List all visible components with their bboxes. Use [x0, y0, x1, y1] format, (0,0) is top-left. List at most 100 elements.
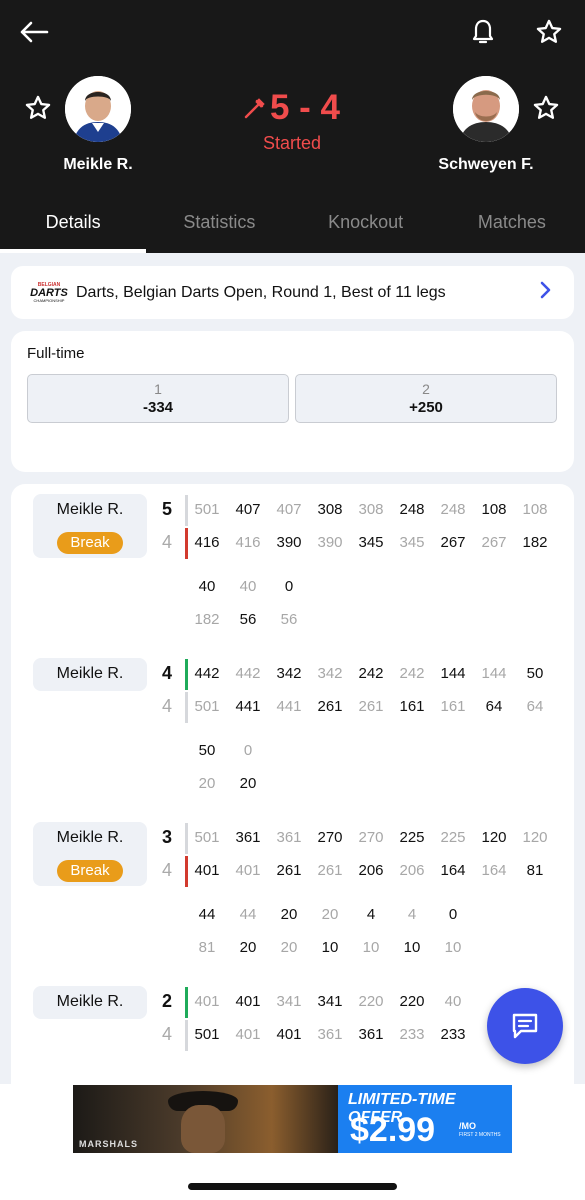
- leg-throw-value: 501: [194, 1026, 220, 1043]
- leg-throw-value: 220: [358, 993, 384, 1010]
- leg-throw-value: 361: [317, 1026, 343, 1043]
- favorite-player-right-star-icon[interactable]: [528, 90, 564, 126]
- leg-winner-box: Meikle R. Break: [33, 494, 147, 558]
- match-header: Meikle R. Schweyen F. 5 - 4 Started Deta…: [0, 0, 585, 253]
- leg-throw-value: 4: [407, 906, 417, 923]
- player-right-avatar[interactable]: [453, 76, 519, 142]
- leg-throw-value: 501: [194, 698, 220, 715]
- leg-throw-value: 261: [358, 698, 384, 715]
- leg-throw-value: 120: [481, 829, 507, 846]
- leg-throw-value: 261: [276, 862, 302, 879]
- leg-throw-value: 164: [481, 862, 507, 879]
- leg-winner-name: Meikle R.: [56, 829, 124, 846]
- ad-per: /MO: [459, 1121, 476, 1131]
- tab-bar: Details Statistics Knockout Matches: [0, 200, 585, 253]
- leg-throw-value: 341: [317, 993, 343, 1010]
- leg-throw-value: 144: [440, 665, 466, 682]
- tab-statistics[interactable]: Statistics: [146, 200, 292, 253]
- leg-throw-value: 242: [399, 665, 425, 682]
- leg-throw-value: 407: [235, 501, 261, 518]
- leg-throw-value: 267: [440, 534, 466, 551]
- leg-throw-value: 308: [317, 501, 343, 518]
- leg-winner-box: Meikle R. Break: [33, 822, 147, 886]
- leg-throw-value: 20: [239, 939, 257, 956]
- leg-throw-value: 248: [399, 501, 425, 518]
- tab-details[interactable]: Details: [0, 200, 147, 253]
- break-badge: Break: [57, 860, 123, 882]
- match-status: Started: [262, 133, 322, 153]
- leg-throw-value: 442: [194, 665, 220, 682]
- odds-option-name: 1: [154, 381, 162, 397]
- leg-winner-name: Meikle R.: [56, 665, 124, 682]
- leg-throw-value: 233: [399, 1026, 425, 1043]
- leg-throw-value: 144: [481, 665, 507, 682]
- leg-winner-box: Meikle R.: [33, 658, 147, 691]
- leg-throw-value: 342: [317, 665, 343, 682]
- home-indicator: [188, 1183, 397, 1190]
- player-left-name[interactable]: Meikle R.: [18, 156, 178, 174]
- leg-score-bottom: 4: [161, 532, 172, 552]
- leg-throw-value: 270: [317, 829, 343, 846]
- tab-knockout[interactable]: Knockout: [293, 200, 439, 253]
- leg-throw-value: 20: [198, 775, 216, 792]
- leg-throw-value: 20: [280, 906, 298, 923]
- leg-winner-name: Meikle R.: [56, 501, 124, 518]
- logo-line-3: CHAMPIONSHIP: [33, 297, 65, 303]
- odds-option-value: -334: [142, 399, 174, 416]
- tab-matches[interactable]: Matches: [439, 200, 585, 253]
- leg-throw-value: 361: [358, 1026, 384, 1043]
- leg-throw-value: 56: [239, 611, 257, 628]
- leg-row: Meikle R. 4 4 442 442 342 342 242 242 144 144 50 501…: [11, 658, 574, 818]
- leg-throw-value: 501: [194, 501, 220, 518]
- leg-throw-value: 164: [440, 862, 466, 879]
- bell-icon[interactable]: [465, 14, 501, 50]
- leg-throw-value: 442: [235, 665, 261, 682]
- chat-icon[interactable]: [487, 988, 563, 1064]
- leg-throw-value: 64: [526, 698, 544, 715]
- leg-throw-value: 401: [235, 993, 261, 1010]
- leg-score-top: 5: [161, 499, 172, 519]
- leg-throw-value: 81: [198, 939, 216, 956]
- leg-throw-value: 40: [198, 578, 216, 595]
- leg-throw-value: 50: [526, 665, 544, 682]
- leg-score-bottom: 4: [161, 696, 172, 716]
- tournament-link[interactable]: BELGIAN DARTS CHAMPIONSHIP Darts, Belgia…: [11, 266, 574, 319]
- ad-offer-panel: LIMITED-TIME OFFER $2.99 /MO FIRST 2 MON…: [338, 1085, 512, 1153]
- leg-throw-value: 0: [284, 578, 294, 595]
- leg-throw-value: 40: [239, 578, 257, 595]
- leg-throw-value: 242: [358, 665, 384, 682]
- leg-throw-value: 10: [362, 939, 380, 956]
- leg-throw-value: 20: [239, 775, 257, 792]
- leg-throw-value: 10: [444, 939, 462, 956]
- leg-throw-value: 342: [276, 665, 302, 682]
- leg-throw-value: 308: [358, 501, 384, 518]
- leg-throw-value: 341: [276, 993, 302, 1010]
- leg-row: Meikle R. Break 5 4 501 407 407 308 308 248 248 108…: [11, 494, 574, 654]
- leg-throw-value: 401: [235, 862, 261, 879]
- player-right-name[interactable]: Schweyen F.: [406, 156, 566, 174]
- star-icon[interactable]: [531, 14, 567, 50]
- odds-option-2[interactable]: 2 +250: [295, 374, 557, 423]
- leg-row: Meikle R. Break 3 4 501 361 361 270 270 225 225 120…: [11, 822, 574, 982]
- leg-throw-value: 416: [194, 534, 220, 551]
- leg-throw-value: 233: [440, 1026, 466, 1043]
- leg-throw-value: 407: [276, 501, 302, 518]
- odds-option-1[interactable]: 1 -334: [27, 374, 289, 423]
- leg-throw-value: 108: [522, 501, 548, 518]
- leg-throw-value: 345: [399, 534, 425, 551]
- dart-icon: [244, 98, 265, 119]
- ad-price: $2.99: [350, 1111, 436, 1149]
- chevron-right-icon: [540, 281, 552, 304]
- ad-banner[interactable]: MARSHALS LIMITED-TIME OFFER $2.99 /MO FI…: [73, 1085, 512, 1153]
- back-arrow-icon[interactable]: [16, 14, 52, 50]
- ad-fine-print: FIRST 2 MONTHS: [459, 1132, 501, 1138]
- leg-score-top: 2: [161, 991, 172, 1011]
- tournament-text: Darts, Belgian Darts Open, Round 1, Best…: [76, 283, 446, 301]
- odds-title: Full-time: [27, 345, 85, 362]
- ad-brand: MARSHALS: [79, 1139, 138, 1149]
- leg-throw-value: 0: [243, 742, 253, 759]
- favorite-player-left-star-icon[interactable]: [20, 90, 56, 126]
- player-left-avatar[interactable]: [65, 76, 131, 142]
- leg-score-bottom: 4: [161, 1024, 172, 1044]
- leg-winner-box: Meikle R.: [33, 986, 147, 1019]
